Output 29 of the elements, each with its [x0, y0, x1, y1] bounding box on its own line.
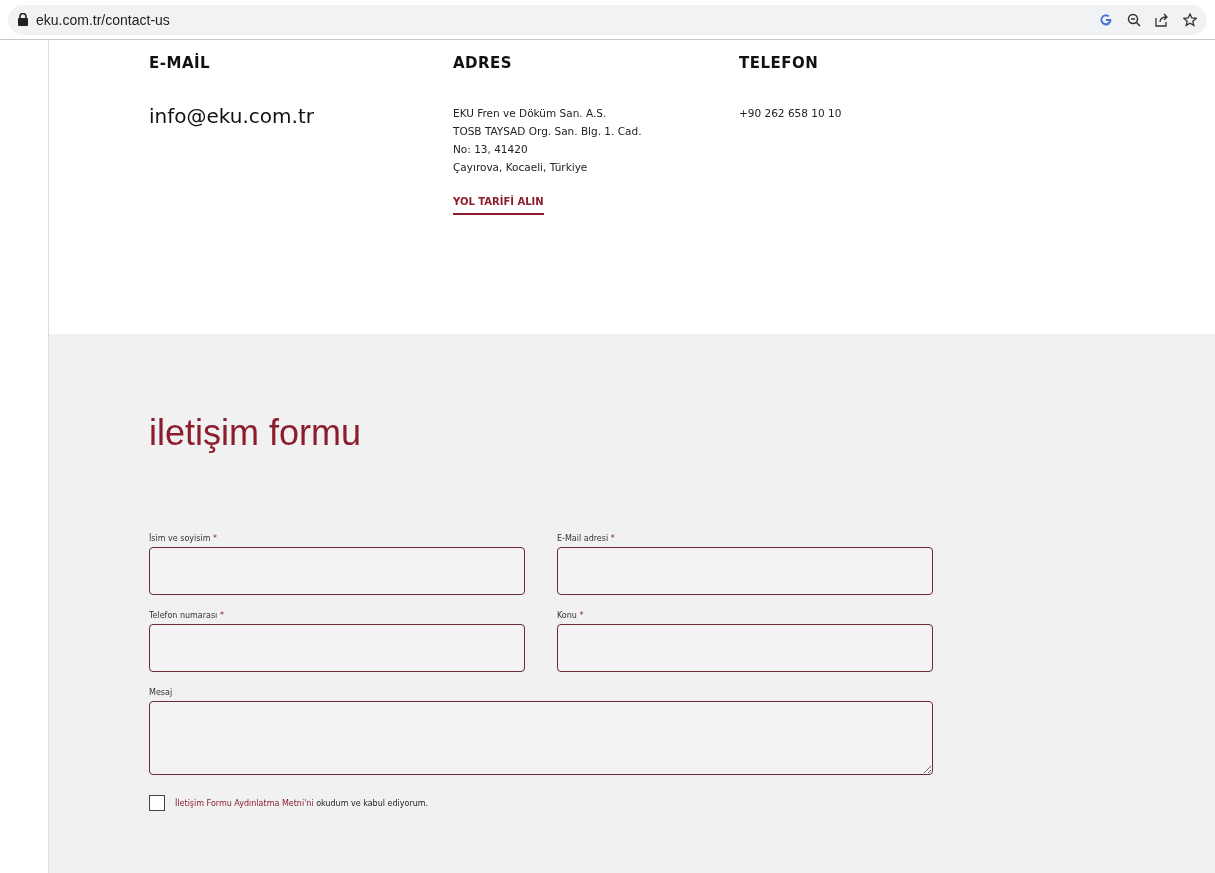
- star-icon[interactable]: [1183, 12, 1197, 27]
- contact-line: EKU Fren ve Döküm San. A.S.: [453, 106, 607, 121]
- field-label: Mesaj: [149, 688, 174, 697]
- zoom-icon[interactable]: [1127, 12, 1141, 27]
- share-icon[interactable]: [1155, 12, 1169, 27]
- consent-text: İletişim Formu Aydınlatma Metni'ni okudum ve kabul ediyorum.: [175, 798, 429, 808]
- field-label: Telefon numarası *: [149, 611, 225, 620]
- google-icon[interactable]: [1099, 12, 1113, 27]
- field-label: E-Mail adresi *: [557, 534, 616, 543]
- contact-line: TOSB TAYSAD Org. San. Blg. 1. Cad.: [453, 124, 642, 139]
- lock-icon: [18, 13, 28, 26]
- contact-line: Çayırova, Kocaeli, Türkiye: [453, 160, 588, 175]
- directions-link[interactable]: YOL TARİFİ ALIN: [453, 196, 544, 215]
- column-heading: TELEFON: [739, 54, 819, 72]
- consent-checkbox[interactable]: [149, 795, 165, 811]
- input-field[interactable]: [557, 624, 933, 672]
- form-title: iletişim formu: [149, 412, 363, 454]
- contact-line: No: 13, 41420: [453, 142, 528, 157]
- field-label: Konu *: [557, 611, 585, 620]
- input-field[interactable]: [557, 547, 933, 595]
- column-heading: ADRES: [453, 54, 513, 72]
- input-field[interactable]: [149, 624, 525, 672]
- email-address: info@eku.com.tr: [149, 104, 314, 128]
- input-field[interactable]: [149, 547, 525, 595]
- message-field[interactable]: [149, 701, 933, 775]
- field-label: İsim ve soyisim *: [149, 534, 219, 543]
- column-heading: E-MAİL: [149, 54, 211, 72]
- contact-line: +90 262 658 10 10: [739, 106, 842, 121]
- privacy-notice-link[interactable]: İletişim Formu Aydınlatma Metni'ni: [175, 798, 314, 808]
